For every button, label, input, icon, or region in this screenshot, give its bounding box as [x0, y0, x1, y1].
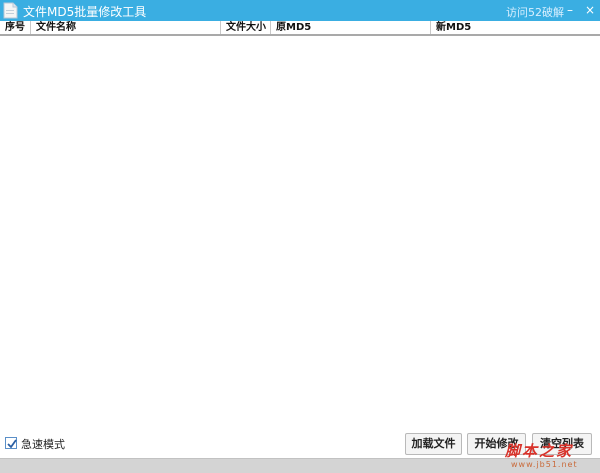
- file-list[interactable]: [0, 37, 600, 432]
- fast-mode-label: 急速模式: [21, 438, 65, 451]
- document-icon: [3, 2, 18, 19]
- checkmark-icon: [7, 439, 17, 449]
- column-header-original-md5[interactable]: 原MD5: [271, 21, 431, 34]
- fast-mode-checkbox[interactable]: [5, 437, 17, 449]
- visit-52pojie-link[interactable]: 访问52破解: [506, 4, 564, 20]
- window-title: 文件MD5批量修改工具: [23, 5, 147, 19]
- column-header-file-name[interactable]: 文件名称: [31, 21, 221, 34]
- watermark: 脚本之家 www.jb51.net: [505, 440, 595, 472]
- column-header-file-size[interactable]: 文件大小: [221, 21, 271, 34]
- title-bar: 文件MD5批量修改工具 访问52破解 – ×: [0, 0, 600, 21]
- load-files-button[interactable]: 加载文件: [405, 433, 462, 455]
- watermark-text: 脚本之家: [505, 442, 574, 460]
- minimize-button[interactable]: –: [560, 0, 580, 21]
- file-list-header: 序号 文件名称 文件大小 原MD5 新MD5: [0, 21, 600, 36]
- close-button[interactable]: ×: [580, 0, 600, 21]
- column-header-index[interactable]: 序号: [0, 21, 31, 34]
- watermark-url: www.jb51.net: [511, 460, 578, 469]
- column-header-new-md5[interactable]: 新MD5: [431, 21, 591, 34]
